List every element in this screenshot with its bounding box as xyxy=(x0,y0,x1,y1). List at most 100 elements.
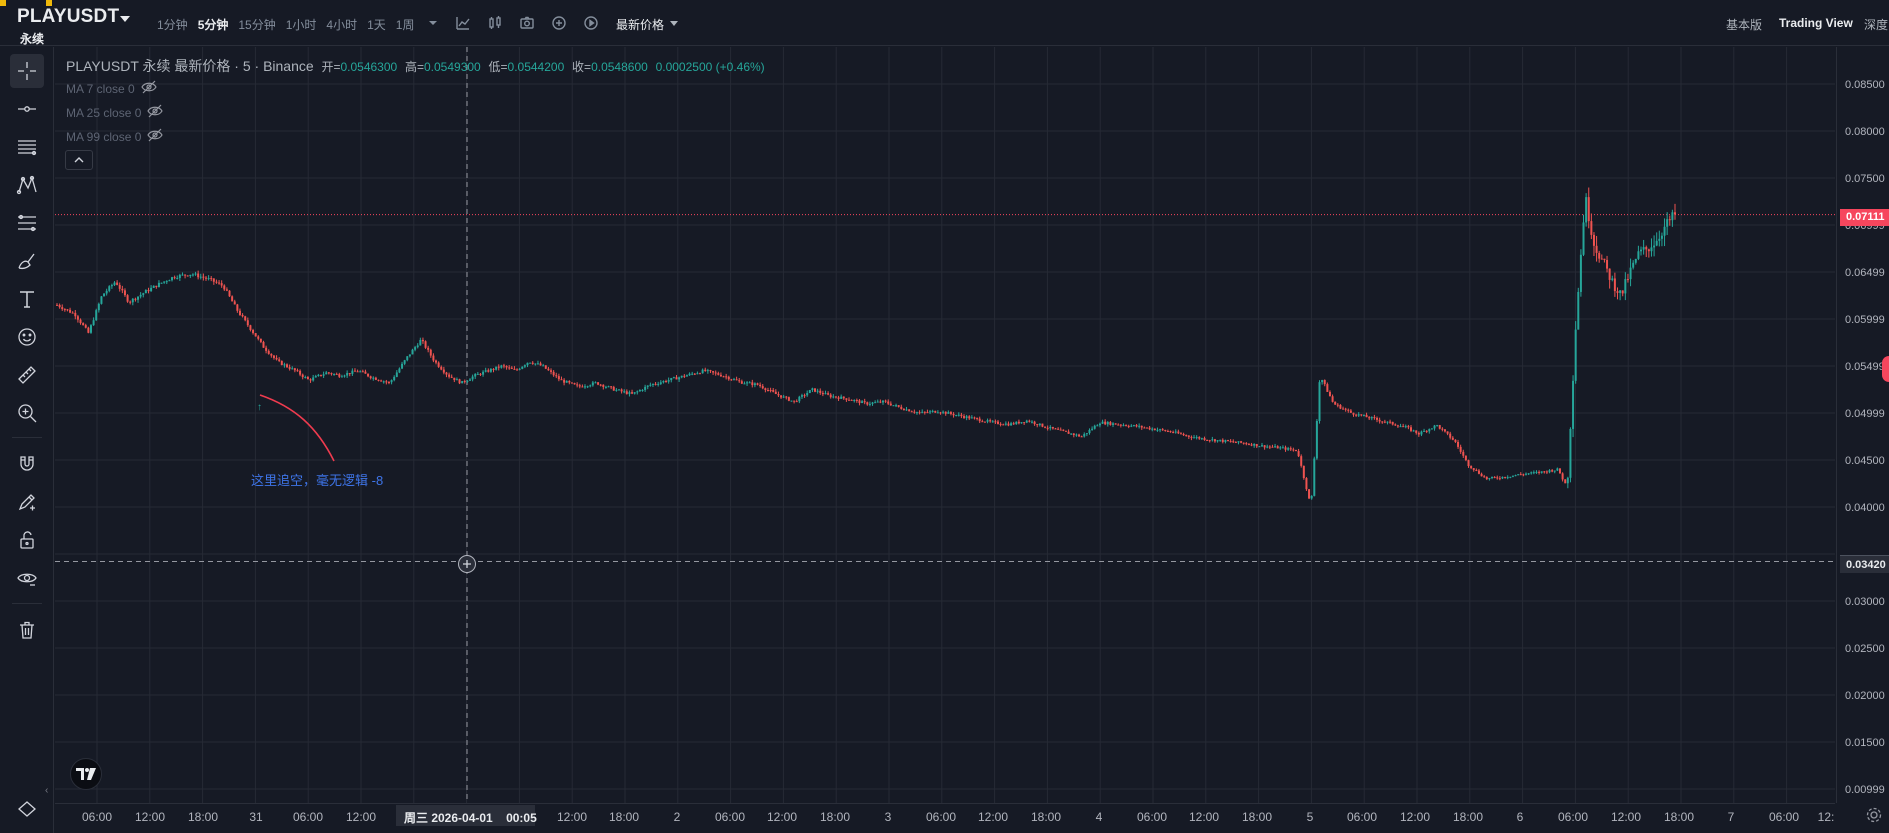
eye-icon[interactable] xyxy=(10,561,44,595)
chevron-down-icon[interactable] xyxy=(120,16,130,22)
tradingview-logo-icon[interactable] xyxy=(70,758,102,790)
candle-body xyxy=(1391,421,1394,425)
eye-off-icon[interactable] xyxy=(147,104,164,121)
candle-body xyxy=(905,409,908,411)
ruler-tool[interactable] xyxy=(10,358,44,392)
candle-body xyxy=(351,370,354,374)
zoom-in-tool[interactable] xyxy=(10,396,44,430)
candle-body xyxy=(808,390,811,394)
brush-tool[interactable] xyxy=(10,244,44,278)
candle-body xyxy=(1038,423,1041,426)
more-intervals-chevron-icon[interactable] xyxy=(424,14,442,32)
candle-body xyxy=(868,403,871,405)
candle-body xyxy=(442,369,445,373)
alert-handle[interactable] xyxy=(1882,356,1889,382)
time-tick: 18:00 xyxy=(819,810,851,824)
candle-body xyxy=(1025,420,1028,423)
candle-body xyxy=(955,414,958,416)
eye-off-icon[interactable] xyxy=(141,80,157,97)
candle-body xyxy=(816,390,819,392)
symbol-selector[interactable]: PLAYUSDT xyxy=(17,6,119,28)
lock-icon[interactable] xyxy=(10,523,44,557)
trend-line-tool[interactable] xyxy=(10,92,44,126)
interval-15m[interactable]: 15分钟 xyxy=(233,14,280,35)
ma-7-indicator[interactable]: MA 7 close 0 xyxy=(66,80,157,97)
chart-pane[interactable]: ↑ xyxy=(55,47,1835,803)
candle-body xyxy=(1227,440,1230,442)
candle-body xyxy=(994,421,997,423)
legend-symbol[interactable]: PLAYUSDT 永续 最新价格 · 5 · Binance xyxy=(66,58,314,74)
candle-body xyxy=(1098,423,1101,426)
price-tick: 0.06499 xyxy=(1845,267,1885,279)
crosshair-tool[interactable] xyxy=(10,54,44,88)
candle-body xyxy=(672,377,675,379)
indicators-icon[interactable] xyxy=(454,14,472,32)
candle-body xyxy=(968,416,971,419)
candle-body xyxy=(1674,212,1676,215)
collapse-legend-button[interactable] xyxy=(65,150,93,170)
chart-type-icon[interactable] xyxy=(486,14,504,32)
emoji-tool[interactable] xyxy=(10,320,44,354)
candle-body xyxy=(1370,417,1373,419)
camera-icon[interactable] xyxy=(518,14,536,32)
candle-body xyxy=(1140,425,1143,428)
candle-body xyxy=(547,368,550,371)
add-circle-icon[interactable] xyxy=(550,14,568,32)
candle-body xyxy=(1308,489,1311,499)
price-tick: 0.05999 xyxy=(1845,314,1885,326)
stay-in-drawing-mode-icon[interactable] xyxy=(10,485,44,519)
chart-settings-gear-icon[interactable] xyxy=(1865,806,1883,824)
candle-body xyxy=(1420,431,1423,435)
candle-body xyxy=(1104,421,1107,425)
price-type-selector[interactable]: 最新价格 xyxy=(616,16,664,33)
interval-1w[interactable]: 1周 xyxy=(391,14,420,35)
candle-body xyxy=(359,371,362,373)
eye-off-icon[interactable] xyxy=(147,128,164,145)
candle-body xyxy=(1525,473,1528,475)
view-tradingview-tab[interactable]: Trading View xyxy=(1779,16,1853,30)
candle-body xyxy=(1177,431,1180,434)
candle-body xyxy=(949,412,952,414)
candle-body xyxy=(1310,495,1313,499)
candle-body xyxy=(840,396,843,399)
object-tree-icon[interactable] xyxy=(10,792,44,826)
pattern-tool[interactable] xyxy=(10,168,44,202)
candle-body xyxy=(1232,441,1235,443)
interval-5m[interactable]: 5分钟 xyxy=(193,14,234,35)
add-alert-plus-icon[interactable] xyxy=(458,555,476,573)
chevron-down-icon[interactable] xyxy=(670,21,678,26)
view-depth-tab[interactable]: 深度 xyxy=(1864,16,1888,33)
price-chart[interactable]: ↑ xyxy=(55,47,1835,803)
candle-body xyxy=(1545,471,1548,473)
interval-1d[interactable]: 1天 xyxy=(362,14,391,35)
time-tick: 12:00 xyxy=(345,810,377,824)
candle-body xyxy=(706,370,709,372)
trash-icon[interactable] xyxy=(10,613,44,647)
replay-icon[interactable] xyxy=(582,14,600,32)
ma-25-indicator[interactable]: MA 25 close 0 xyxy=(66,104,164,121)
candle-body xyxy=(516,369,519,371)
chart-annotation-text[interactable]: 这里追空，毫无逻辑 -8 xyxy=(251,470,383,489)
candle-body xyxy=(1527,473,1530,475)
text-tool[interactable] xyxy=(10,282,44,316)
ma-99-indicator[interactable]: MA 99 close 0 xyxy=(66,128,164,145)
candle-body xyxy=(1004,423,1007,425)
candle-body xyxy=(842,396,845,399)
horizontal-lines-tool[interactable] xyxy=(10,130,44,164)
interval-4h[interactable]: 4小时 xyxy=(321,14,362,35)
candle-body xyxy=(165,281,168,283)
fib-tool[interactable] xyxy=(10,206,44,240)
scroll-left-chevron-icon[interactable]: ‹ xyxy=(45,785,48,796)
candle-body xyxy=(1595,245,1598,253)
view-basic-tab[interactable]: 基本版 xyxy=(1726,16,1762,33)
candle-body xyxy=(649,384,652,386)
interval-1h[interactable]: 1小时 xyxy=(281,14,322,35)
candle-body xyxy=(1668,219,1671,221)
magnet-tool[interactable] xyxy=(10,447,44,481)
interval-1m[interactable]: 1分钟 xyxy=(152,14,193,35)
candle-body xyxy=(304,377,307,379)
price-tick: 0.04000 xyxy=(1845,502,1885,514)
candle-body xyxy=(657,383,660,385)
candle-body xyxy=(364,371,367,374)
candle-body xyxy=(361,371,364,373)
